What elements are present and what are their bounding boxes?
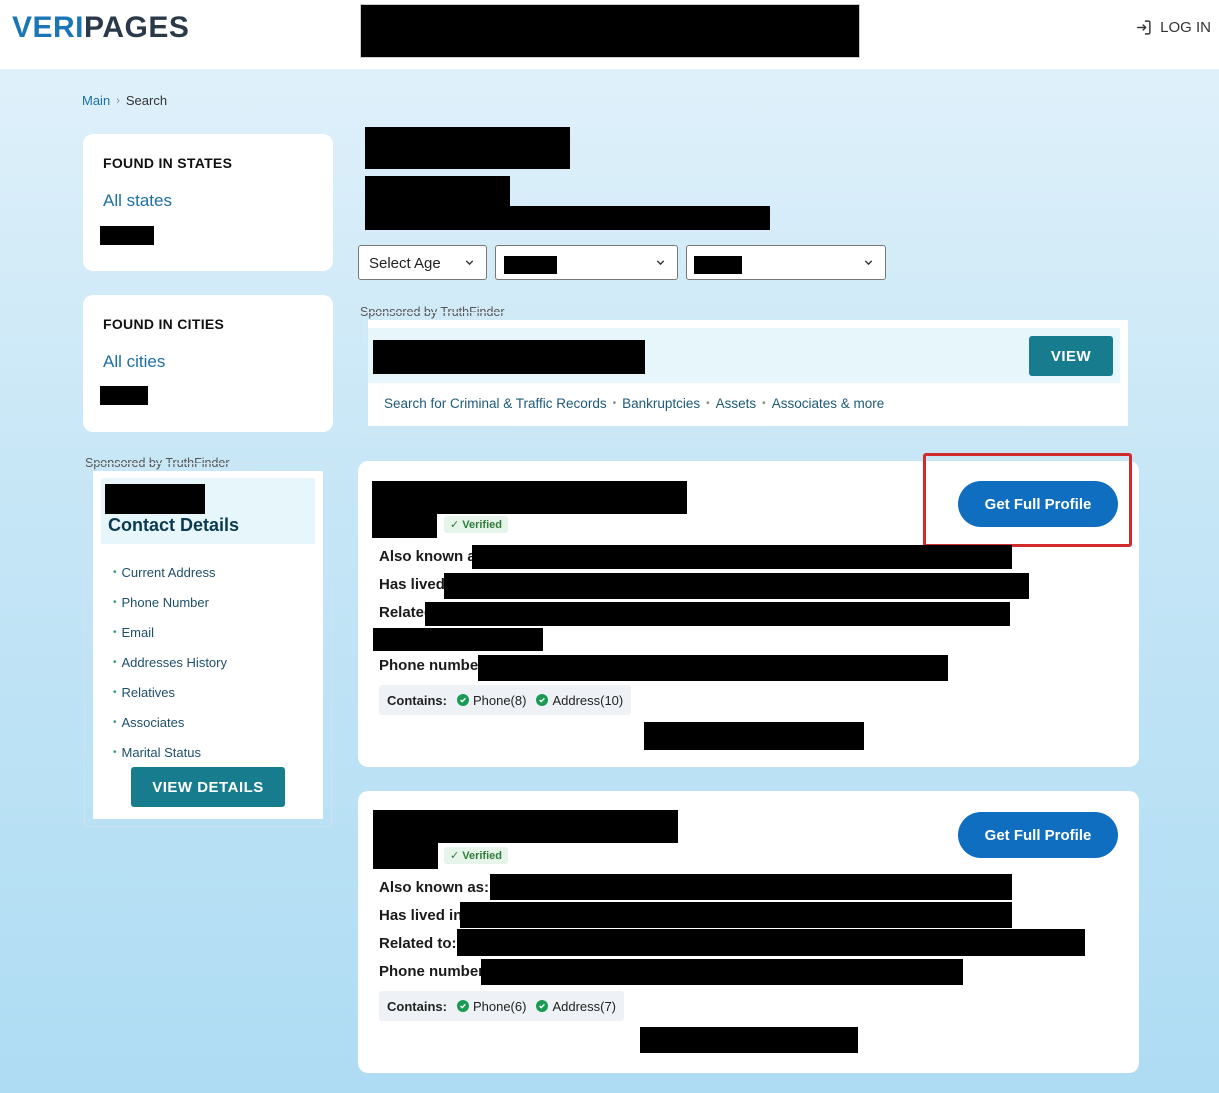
redacted-card-footer	[644, 722, 864, 750]
login-button[interactable]: LOG IN	[1135, 19, 1211, 36]
highlight-box	[923, 453, 1132, 547]
all-states-link[interactable]: All states	[103, 191, 172, 211]
breadcrumb-main-link[interactable]: Main	[82, 93, 110, 108]
check-circle-icon	[456, 694, 469, 706]
state-select[interactable]	[495, 245, 678, 280]
check-icon: ✓	[450, 519, 460, 531]
bullet-icon: •	[113, 656, 117, 668]
redacted-result-name	[373, 810, 678, 843]
view-details-button[interactable]: VIEW DETAILS	[131, 767, 285, 807]
bullet-icon: •	[113, 746, 117, 758]
found-in-states-card: FOUND IN STATES All states	[83, 134, 333, 271]
verified-badge: ✓ Verified	[444, 847, 508, 864]
redacted-subtitle	[365, 176, 510, 206]
cities-card-title: FOUND IN CITIES	[103, 316, 225, 332]
banner-link[interactable]: Search for Criminal & Traffic Records	[384, 396, 607, 411]
has-lived-label: Has lived in	[379, 907, 463, 924]
check-circle-icon	[456, 1000, 469, 1012]
redacted-page-title	[365, 127, 570, 169]
chevron-right-icon: ›	[116, 94, 120, 107]
banner-view-button[interactable]: VIEW	[1029, 336, 1113, 376]
contains-summary: Contains: Phone(6) Address(7)	[379, 991, 625, 1021]
login-label: LOG IN	[1160, 19, 1211, 36]
list-item[interactable]: • Marital Status	[113, 737, 227, 767]
breadcrumb: Main › Search	[82, 93, 167, 108]
bullet-icon: •	[706, 398, 710, 409]
age-select[interactable]: Select Age	[358, 245, 487, 280]
login-icon	[1137, 20, 1151, 35]
search-bar-redacted[interactable]	[360, 4, 860, 58]
redacted-state	[100, 226, 154, 245]
banner-link[interactable]: Bankruptcies	[622, 396, 700, 411]
has-lived-label: Has lived	[379, 576, 445, 593]
verified-badge: ✓ Verified	[444, 516, 508, 533]
redacted-select-value	[504, 256, 557, 274]
list-item[interactable]: • Associates	[113, 707, 227, 737]
redacted-locations	[460, 902, 1012, 928]
redacted-result-age	[373, 843, 438, 869]
list-item[interactable]: • Addresses History	[113, 647, 227, 677]
address-count-chip: Address(7)	[536, 999, 616, 1014]
phone-number-label: Phone number	[379, 963, 485, 980]
check-icon: ✓	[450, 850, 460, 862]
redacted-relatives-more	[373, 628, 543, 651]
also-known-as-label: Also known as:	[379, 879, 490, 896]
states-card-title: FOUND IN STATES	[103, 155, 233, 171]
bullet-icon: •	[762, 398, 766, 409]
bullet-icon: •	[113, 686, 117, 698]
related-label: Related to:	[379, 935, 457, 952]
check-circle-icon	[536, 694, 549, 706]
logo-text-veri: VERI	[12, 11, 85, 44]
redacted-card-footer	[640, 1027, 858, 1053]
redacted-ad-name	[105, 484, 205, 514]
bullet-icon: •	[113, 626, 117, 638]
check-circle-icon	[536, 1000, 549, 1012]
contact-details-list: • Current Address • Phone Number • Email • A…	[113, 557, 227, 767]
phone-number-label: Phone number	[379, 657, 485, 674]
phone-count-chip: Phone(6)	[456, 999, 526, 1014]
list-item[interactable]: • Relatives	[113, 677, 227, 707]
redacted-relatives	[425, 602, 1010, 626]
contains-summary: Contains: Phone(8) Address(10)	[379, 685, 632, 715]
redacted-result-name	[372, 481, 687, 514]
redacted-city	[100, 386, 148, 405]
veripages-logo[interactable]: VERIPAGES	[12, 11, 189, 45]
redacted-locations	[444, 573, 1029, 599]
redacted-result-age	[372, 514, 437, 538]
redacted-aliases	[490, 874, 1012, 900]
redacted-banner-name	[373, 340, 645, 374]
bullet-icon: •	[113, 716, 117, 728]
phone-count-chip: Phone(8)	[456, 693, 526, 708]
chevron-down-icon	[864, 260, 873, 266]
all-cities-link[interactable]: All cities	[103, 352, 165, 372]
city-select[interactable]	[686, 245, 886, 280]
bullet-icon: •	[113, 596, 117, 608]
banner-link[interactable]: Associates & more	[772, 396, 885, 411]
chevron-down-icon	[465, 260, 474, 266]
bullet-icon: •	[113, 566, 117, 578]
chevron-down-icon	[656, 260, 665, 266]
redacted-relatives	[457, 929, 1085, 956]
redacted-aliases	[472, 545, 1012, 569]
redacted-select-value	[694, 256, 742, 274]
breadcrumb-current: Search	[125, 93, 168, 108]
banner-links: Search for Criminal & Traffic Records • …	[384, 396, 884, 411]
list-item[interactable]: • Current Address	[113, 557, 227, 587]
bullet-icon: •	[612, 398, 617, 409]
address-count-chip: Address(10)	[536, 693, 623, 708]
list-item[interactable]: • Email	[113, 617, 227, 647]
redacted-phones	[481, 959, 963, 985]
redacted-subtitle-line	[365, 206, 770, 230]
banner-link[interactable]: Assets	[716, 396, 757, 411]
also-known-as-label: Also known a	[379, 548, 476, 565]
contact-details-title: Contact Details	[108, 515, 240, 535]
logo-text-pages: PAGES	[84, 11, 190, 44]
list-item[interactable]: • Phone Number	[113, 587, 227, 617]
get-full-profile-button[interactable]: Get Full Profile	[958, 812, 1118, 858]
top-header: VERIPAGES LOG IN	[0, 0, 1219, 69]
found-in-cities-card: FOUND IN CITIES All cities	[83, 295, 333, 432]
age-select-label: Select Age	[369, 255, 441, 272]
redacted-phones	[478, 655, 948, 681]
